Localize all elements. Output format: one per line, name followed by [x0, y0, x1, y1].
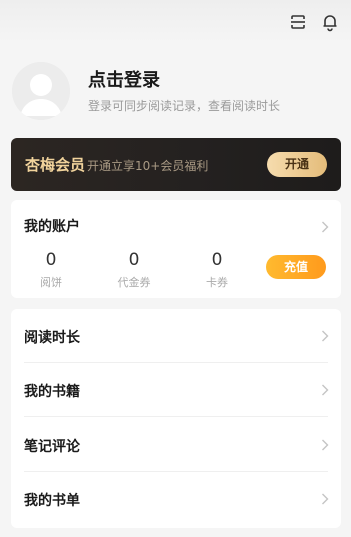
account-title[interactable]: 我的账户 — [24, 216, 80, 236]
menu-item-label: 我的书单 — [24, 493, 80, 509]
recharge-button[interactable]: 充值 — [266, 255, 326, 279]
menu-item-my-booklists[interactable]: 我的书单 — [11, 472, 341, 526]
menu-item-reading-time[interactable]: 阅读时长 — [11, 309, 341, 363]
notification-button[interactable] — [320, 12, 340, 32]
account-label: 卡券 — [206, 276, 228, 289]
account-label: 代金券 — [117, 276, 151, 289]
bell-icon — [323, 15, 337, 32]
profile-header[interactable]: 点击登录 登录可同步阅读记录，查看阅读时长 — [12, 62, 339, 124]
chevron-right-icon[interactable] — [321, 221, 329, 233]
chevron-right-icon — [322, 439, 329, 451]
menu-item-label: 笔记评论 — [24, 439, 80, 455]
login-title[interactable]: 点击登录 — [88, 66, 160, 92]
menu-item-notes-comments[interactable]: 笔记评论 — [11, 418, 341, 472]
menu-card: 阅读时长 我的书籍 笔记评论 我的书单 — [11, 309, 341, 528]
vip-banner[interactable]: 杏梅会员 开通立享10+会员福利 开通 — [11, 138, 341, 191]
account-item-voucher[interactable]: 0 代金券 — [104, 250, 164, 290]
account-item-yuebing[interactable]: 0 阅饼 — [21, 250, 81, 290]
divider — [24, 416, 328, 417]
login-subtitle: 登录可同步阅读记录，查看阅读时长 — [88, 99, 281, 113]
avatar-placeholder-icon — [12, 62, 70, 120]
vip-title: 杏梅会员 — [25, 156, 86, 174]
scan-icon — [291, 15, 305, 29]
vip-open-button[interactable]: 开通 — [267, 152, 327, 177]
scan-button[interactable] — [288, 12, 308, 32]
chevron-right-icon — [322, 384, 329, 396]
vip-description: 开通立享10+会员福利 — [87, 159, 209, 173]
account-item-card[interactable]: 0 卡券 — [187, 250, 247, 290]
account-card: 我的账户 0 阅饼 0 代金券 0 卡券 充值 — [11, 200, 341, 298]
account-value: 0 — [211, 250, 223, 270]
menu-item-label: 阅读时长 — [24, 330, 80, 346]
menu-item-label: 我的书籍 — [24, 384, 80, 400]
chevron-right-icon — [322, 493, 329, 505]
menu-item-my-books[interactable]: 我的书籍 — [11, 363, 341, 417]
chevron-right-icon — [322, 330, 329, 342]
account-label: 阅饼 — [40, 276, 62, 289]
account-value: 0 — [128, 250, 140, 270]
avatar[interactable] — [12, 62, 70, 120]
top-bar — [0, 0, 351, 42]
account-value: 0 — [45, 250, 57, 270]
